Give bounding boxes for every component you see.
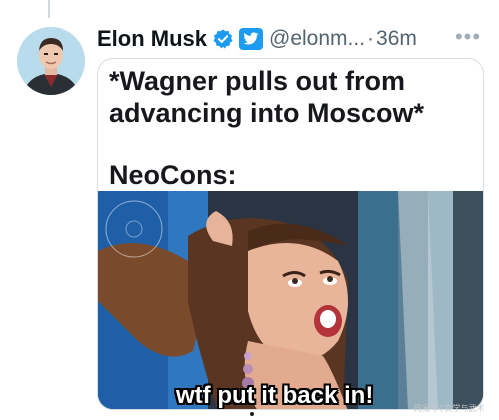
twitter-bird-icon: [239, 28, 264, 50]
source-watermark: 网易号 | 文学与武术: [414, 404, 485, 413]
meme-caption-line2: advancing into Moscow*: [109, 98, 425, 128]
watermark-logo: [102, 197, 166, 261]
meme-caption-line1: *Wagner pulls out from: [109, 66, 405, 96]
author-handle[interactable]: @elonm...: [269, 27, 365, 51]
avatar[interactable]: [17, 27, 85, 95]
separator-dot: ·: [367, 27, 375, 50]
verified-badge-icon: [212, 28, 234, 50]
scroll-indicator: [250, 412, 254, 416]
tweet-header: Elon Musk @elonm... · 36m: [97, 24, 479, 54]
author-name[interactable]: Elon Musk: [97, 26, 207, 52]
meme-caption-line3: NeoCons:: [109, 160, 237, 190]
tweet-media[interactable]: *Wagner pulls out from advancing into Mo…: [97, 58, 484, 410]
meme-subtitle: wtf put it back in!: [176, 382, 374, 409]
more-dots-icon[interactable]: •••: [453, 23, 483, 51]
thread-connector: [48, 0, 50, 18]
tweet-timestamp[interactable]: 36m: [376, 27, 417, 51]
